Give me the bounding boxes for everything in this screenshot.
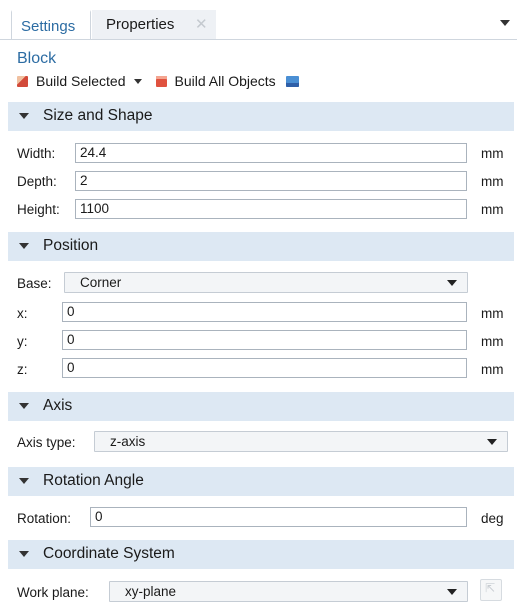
height-field[interactable]: 1100: [75, 199, 467, 219]
rotation-label: Rotation:: [17, 511, 72, 526]
axis-type-label: Axis type:: [17, 435, 76, 450]
tab-divider: [0, 39, 517, 40]
build-selected-button[interactable]: Build Selected: [36, 73, 126, 89]
chevron-down-icon: [447, 280, 457, 286]
section-position[interactable]: Position: [8, 232, 514, 261]
chevron-down-icon: [487, 439, 497, 445]
tab-settings-label: Settings: [21, 18, 76, 35]
x-unit: mm: [481, 306, 504, 321]
build-selected-icon[interactable]: [17, 75, 28, 87]
rotation-unit: deg: [481, 511, 504, 526]
section-axis[interactable]: Axis: [8, 392, 514, 421]
build-preceding-icon[interactable]: [285, 75, 299, 87]
chevron-down-icon: [447, 589, 457, 595]
section-size-shape[interactable]: Size and Shape: [8, 102, 514, 131]
section-coordinate-system[interactable]: Coordinate System: [8, 540, 514, 569]
go-to-plane-geometry-button[interactable]: ⇱: [480, 579, 502, 601]
chevron-down-icon: [19, 113, 29, 119]
section-title: Coordinate System: [43, 545, 175, 562]
z-label: z:: [17, 362, 28, 377]
x-field[interactable]: 0: [62, 302, 467, 322]
width-field[interactable]: 24.4: [75, 143, 467, 163]
width-unit: mm: [481, 146, 504, 161]
axis-type-select[interactable]: z-axis: [94, 431, 508, 452]
chevron-down-icon[interactable]: [133, 78, 142, 84]
build-all-icon[interactable]: [155, 75, 167, 87]
work-plane-value: xy-plane: [125, 584, 177, 599]
chevron-down-icon: [19, 478, 29, 484]
tab-settings[interactable]: Settings: [11, 10, 91, 40]
node-title: Block: [17, 50, 57, 67]
section-title: Axis: [43, 397, 73, 414]
section-rotation-angle[interactable]: Rotation Angle: [8, 467, 514, 496]
tab-properties[interactable]: Properties ✕: [92, 10, 216, 39]
section-title: Rotation Angle: [43, 472, 144, 489]
base-select[interactable]: Corner: [64, 272, 468, 293]
z-field[interactable]: 0: [62, 358, 467, 378]
y-unit: mm: [481, 334, 504, 349]
rotation-field[interactable]: 0: [90, 507, 467, 527]
build-all-button[interactable]: Build All Objects: [175, 73, 276, 89]
width-label: Width:: [17, 146, 56, 161]
chevron-down-icon: [19, 551, 29, 557]
depth-field[interactable]: 2: [75, 171, 467, 191]
section-title: Position: [43, 237, 99, 254]
chevron-down-icon: [19, 243, 29, 249]
z-unit: mm: [481, 362, 504, 377]
height-label: Height:: [17, 202, 60, 217]
work-plane-label: Work plane:: [17, 585, 89, 600]
x-label: x:: [17, 306, 28, 321]
section-title: Size and Shape: [43, 107, 153, 124]
depth-unit: mm: [481, 174, 504, 189]
depth-label: Depth:: [17, 174, 57, 189]
axis-type-value: z-axis: [110, 434, 146, 449]
y-field[interactable]: 0: [62, 330, 467, 350]
work-plane-select[interactable]: xy-plane: [109, 581, 468, 602]
base-select-value: Corner: [80, 275, 122, 290]
build-toolbar: Build Selected Build All Objects: [17, 72, 299, 90]
chevron-down-icon[interactable]: [500, 20, 510, 26]
plane-geometry-icon: ⇱: [485, 581, 496, 595]
y-label: y:: [17, 334, 28, 349]
tab-properties-label: Properties: [106, 16, 175, 33]
tab-strip: Settings Properties ✕: [0, 0, 517, 40]
close-icon[interactable]: ✕: [195, 15, 208, 33]
base-label: Base:: [17, 276, 52, 291]
height-unit: mm: [481, 202, 504, 217]
chevron-down-icon: [19, 403, 29, 409]
